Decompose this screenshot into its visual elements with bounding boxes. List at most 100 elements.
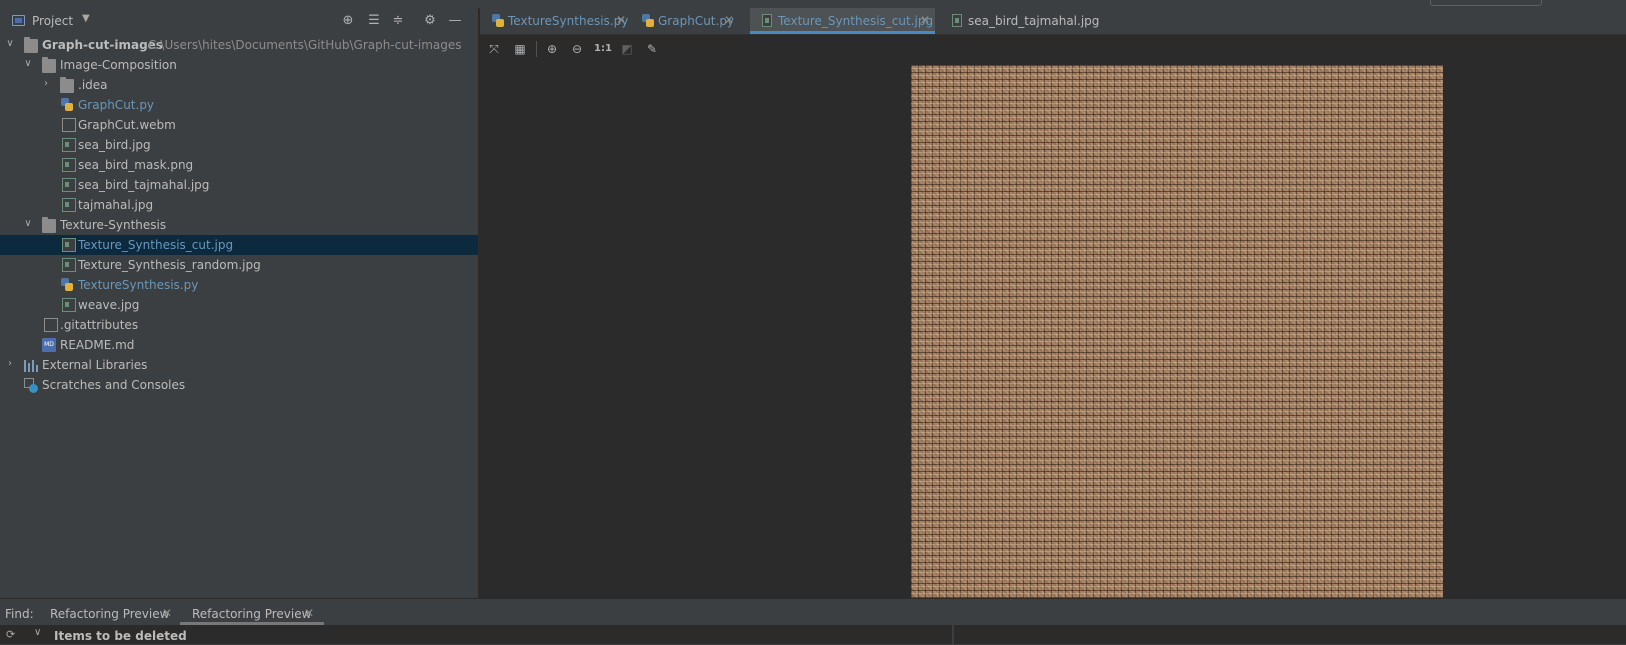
chevron-down-icon[interactable]: ▼ — [82, 13, 90, 24]
image-file-icon — [62, 198, 76, 212]
tab-texturesynthesis-py[interactable]: TextureSynthesis.py ✕ — [480, 8, 628, 34]
tree-item-sea-bird-mask-png[interactable]: sea_bird_mask.png — [0, 155, 478, 175]
folder-icon — [42, 217, 56, 233]
texture-image — [911, 65, 1443, 598]
chevron-down-icon[interactable]: ∨ — [22, 57, 34, 71]
tree-item-texture-synthesis-random-jpg[interactable]: Texture_Synthesis_random.jpg — [0, 255, 478, 275]
zoom-in-icon[interactable]: ⊕ — [544, 41, 560, 57]
close-icon[interactable]: ✕ — [162, 606, 172, 620]
tree-item-label: README.md — [60, 338, 135, 352]
tab-refactoring-preview-2[interactable]: Refactoring Preview ✕ — [180, 599, 324, 625]
tree-item-idea[interactable]: › .idea — [0, 75, 478, 95]
image-file-icon — [62, 158, 76, 172]
close-icon[interactable]: ✕ — [724, 13, 734, 27]
project-icon — [12, 15, 25, 26]
expand-all-icon[interactable]: ☰ — [366, 13, 382, 29]
locate-file-icon[interactable]: ⊕ — [340, 13, 356, 29]
tree-item-label: sea_bird_mask.png — [78, 158, 194, 172]
tab-label: GraphCut.py — [658, 14, 735, 28]
hide-panel-icon[interactable]: — — [447, 13, 463, 29]
preview-detail-pane — [953, 625, 1626, 644]
image-file-icon — [62, 258, 76, 272]
tree-item-label: weave.jpg — [78, 298, 140, 312]
tree-item-texturesynthesis-py[interactable]: TextureSynthesis.py — [0, 275, 478, 295]
tree-item-label: GraphCut.py — [78, 98, 155, 112]
tree-item-label: Texture_Synthesis_random.jpg — [78, 258, 261, 272]
text-file-icon — [44, 318, 58, 332]
library-icon — [24, 358, 38, 372]
markdown-file-icon: MD — [42, 338, 56, 352]
search-everywhere-field[interactable] — [1430, 0, 1542, 6]
tree-item-tajmahal-jpg[interactable]: tajmahal.jpg — [0, 195, 478, 215]
scratches-icon — [24, 378, 38, 393]
chevron-down-icon[interactable]: ∨ — [34, 627, 41, 638]
tree-item-label: sea_bird_tajmahal.jpg — [78, 178, 210, 192]
toolbar-separator — [536, 41, 537, 57]
tree-item-external-libraries[interactable]: › External Libraries — [0, 355, 478, 375]
chevron-right-icon[interactable]: › — [40, 77, 52, 91]
python-file-icon — [492, 14, 504, 27]
image-file-icon — [62, 138, 76, 152]
tab-label: TextureSynthesis.py — [508, 14, 629, 28]
tree-item-label: Texture-Synthesis — [60, 218, 167, 232]
actual-size-button[interactable]: 1:1 — [594, 41, 612, 57]
tree-item-sea-bird-tajmahal-jpg[interactable]: sea_bird_tajmahal.jpg — [0, 175, 478, 195]
tree-item-image-composition[interactable]: ∨ Image-Composition — [0, 55, 478, 75]
python-file-icon — [642, 14, 654, 27]
python-file-icon — [61, 98, 75, 112]
refactoring-preview-tree: ⟳ ∨ Items to be deleted — [0, 625, 952, 644]
tree-item-readme-md[interactable]: MD README.md — [0, 335, 478, 355]
editor-tab-bar: TextureSynthesis.py ✕ GraphCut.py ✕ Text… — [480, 8, 1626, 35]
chevron-down-icon[interactable]: ∨ — [22, 217, 34, 231]
folder-icon — [42, 57, 56, 73]
tree-item-scratches-and-consoles[interactable]: Scratches and Consoles — [0, 375, 478, 395]
close-icon[interactable]: ✕ — [616, 13, 626, 27]
zoom-out-icon[interactable]: ⊖ — [569, 41, 585, 57]
close-icon[interactable]: ✕ — [920, 13, 930, 27]
project-panel-header: Project ▼ ⊕ ☰ ≑ ⚙ — — [0, 8, 478, 34]
tree-item-texture-synthesis[interactable]: ∨ Texture-Synthesis — [0, 215, 478, 235]
image-file-icon — [952, 14, 962, 27]
tree-item-label: Scratches and Consoles — [42, 378, 186, 392]
tree-item-graphcut-py[interactable]: GraphCut.py — [0, 95, 478, 115]
tab-label: Texture_Synthesis_cut.jpg — [778, 14, 934, 28]
image-file-icon — [62, 238, 76, 252]
tree-item-label: Texture_Synthesis_cut.jpg — [78, 238, 234, 252]
project-tool-window: Project ▼ ⊕ ☰ ≑ ⚙ — ∨ Graph-cut-images C… — [0, 8, 479, 598]
tree-item-label: TextureSynthesis.py — [78, 278, 199, 292]
tree-item-weave-jpg[interactable]: weave.jpg — [0, 295, 478, 315]
tree-item-gitattributes[interactable]: .gitattributes — [0, 315, 478, 335]
tab-label: Refactoring Preview — [50, 607, 170, 621]
background-toggle-icon[interactable]: ◩ — [619, 41, 635, 57]
image-viewer-toolbar: ⤧ ▦ ⊕ ⊖ 1:1 ◩ ✎ — [480, 35, 1626, 63]
python-file-icon — [61, 278, 75, 292]
tree-item-label: .idea — [78, 78, 108, 92]
image-file-icon — [762, 14, 772, 27]
tab-refactoring-preview-1[interactable]: Refactoring Preview ✕ — [44, 599, 178, 625]
color-picker-icon[interactable]: ✎ — [644, 41, 660, 57]
refresh-icon[interactable]: ⟳ — [6, 628, 15, 641]
tab-label: sea_bird_tajmahal.jpg — [968, 14, 1100, 28]
gear-icon[interactable]: ⚙ — [422, 13, 438, 29]
image-file-icon — [62, 298, 76, 312]
tree-item-graphcut-webm[interactable]: GraphCut.webm — [0, 115, 478, 135]
grid-icon[interactable]: ▦ — [512, 41, 528, 57]
project-panel-title[interactable]: Project — [32, 14, 73, 28]
image-file-icon — [62, 178, 76, 192]
project-path: C:\Users\hites\Documents\GitHub\Graph-cu… — [148, 38, 462, 52]
fit-to-window-icon[interactable]: ⤧ — [486, 41, 502, 57]
tree-item-graph-cut-images[interactable]: ∨ Graph-cut-images C:\Users\hites\Docume… — [0, 35, 478, 55]
tree-item-label: tajmahal.jpg — [78, 198, 154, 212]
tree-item-label: .gitattributes — [60, 318, 139, 332]
tab-graphcut-py[interactable]: GraphCut.py ✕ — [630, 8, 738, 34]
items-to-be-deleted-node[interactable]: Items to be deleted — [54, 629, 187, 643]
tree-item-texture-synthesis-cut-jpg[interactable]: Texture_Synthesis_cut.jpg — [0, 235, 478, 255]
chevron-right-icon[interactable]: › — [4, 357, 16, 371]
tree-item-label: sea_bird.jpg — [78, 138, 151, 152]
tab-sea-bird-tajmahal-jpg[interactable]: sea_bird_tajmahal.jpg — [940, 8, 1110, 34]
tab-texture-synthesis-cut-jpg[interactable]: Texture_Synthesis_cut.jpg ✕ — [750, 8, 935, 34]
collapse-all-icon[interactable]: ≑ — [390, 13, 406, 29]
tree-item-sea-bird-jpg[interactable]: sea_bird.jpg — [0, 135, 478, 155]
close-icon[interactable]: ✕ — [304, 606, 314, 620]
chevron-down-icon[interactable]: ∨ — [4, 37, 16, 51]
